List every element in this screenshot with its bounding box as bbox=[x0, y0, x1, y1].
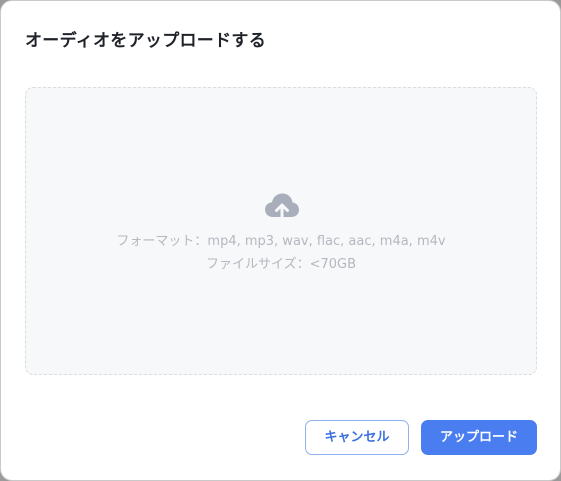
file-size-limit-text: ファイルサイズ：<70GB bbox=[205, 257, 357, 272]
dialog-title: オーディオをアップロードする bbox=[25, 31, 267, 51]
cancel-button[interactable]: キャンセル bbox=[305, 420, 409, 455]
supported-formats-text: フォーマット：mp4, mp3, wav, flac, aac, m4a, m4… bbox=[116, 234, 446, 249]
cloud-upload-icon bbox=[265, 193, 299, 220]
upload-button[interactable]: アップロード bbox=[421, 420, 537, 455]
upload-audio-dialog: オーディオをアップロードする フォーマット：mp4, mp3, wav, fla… bbox=[0, 0, 561, 481]
audio-dropzone[interactable]: フォーマット：mp4, mp3, wav, flac, aac, m4a, m4… bbox=[25, 87, 537, 375]
